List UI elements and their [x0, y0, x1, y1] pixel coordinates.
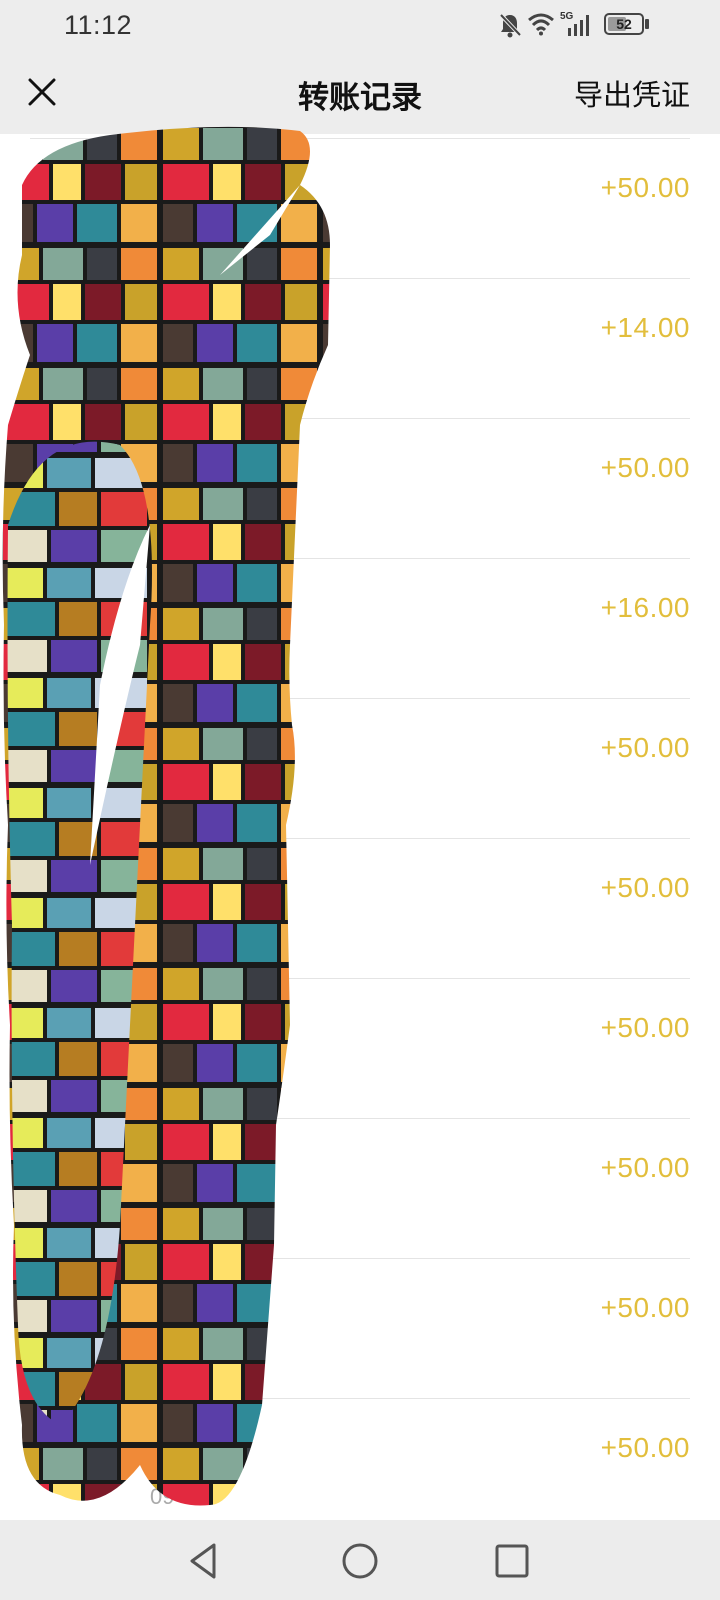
- screen: 11:12 5G 52 转账记录 导出凭证 转 +50.00 转 +14.00 …: [0, 0, 720, 1600]
- status-time: 11:12: [64, 10, 133, 40]
- record-amount: +50.00: [600, 172, 690, 203]
- row-divider: [30, 418, 690, 419]
- recents-square-icon: [495, 1544, 529, 1578]
- record-row[interactable]: +50.00: [0, 978, 720, 1118]
- row-divider: [30, 1258, 690, 1259]
- export-voucher-button[interactable]: 导出凭证: [574, 72, 690, 114]
- record-amount: +50.00: [600, 1152, 690, 1183]
- record-amount: +50.00: [600, 1432, 690, 1463]
- row-divider: [30, 138, 690, 139]
- record-title: 转: [30, 181, 59, 212]
- record-row[interactable]: +50.00: [0, 698, 720, 838]
- row-divider: [30, 978, 690, 979]
- status-bar: 11:12 5G 52: [0, 0, 720, 50]
- record-date: 09: [150, 1484, 175, 1509]
- transfer-record-list: 转 +50.00 转 +14.00 +50.00 +16.00 +50.00 +…: [0, 134, 720, 1520]
- back-triangle-icon: [190, 1543, 216, 1579]
- row-divider: [30, 1398, 690, 1399]
- record-row[interactable]: 09 +50.00: [0, 1398, 720, 1520]
- nav-back-button[interactable]: [182, 1539, 226, 1583]
- record-title: 转: [30, 321, 59, 352]
- row-divider: [30, 698, 690, 699]
- home-circle-icon: [342, 1543, 378, 1579]
- battery-level: 52: [616, 16, 632, 32]
- record-row[interactable]: +16.00: [0, 558, 720, 698]
- bell-muted-icon: [499, 13, 522, 38]
- record-row[interactable]: +50.00: [0, 838, 720, 978]
- record-amount: +16.00: [600, 592, 690, 623]
- title-bar: 转账记录 导出凭证: [0, 50, 720, 134]
- record-amount: +14.00: [600, 312, 690, 343]
- battery-icon: 52: [604, 13, 644, 35]
- nav-recents-button[interactable]: [490, 1539, 534, 1583]
- record-row[interactable]: 转 +50.00: [0, 138, 720, 278]
- system-navigation-bar: [0, 1520, 720, 1600]
- row-divider: [30, 838, 690, 839]
- record-row[interactable]: +50.00: [0, 1118, 720, 1258]
- record-row[interactable]: +50.00: [0, 1258, 720, 1398]
- record-amount: +50.00: [600, 1292, 690, 1323]
- record-row[interactable]: 转 +14.00: [0, 278, 720, 418]
- record-amount: +50.00: [600, 452, 690, 483]
- record-amount: +50.00: [600, 1012, 690, 1043]
- row-divider: [30, 558, 690, 559]
- row-divider: [30, 1118, 690, 1119]
- row-divider: [30, 278, 690, 279]
- signal-icon: [568, 15, 589, 36]
- nav-home-button[interactable]: [338, 1539, 382, 1583]
- wifi-icon: [528, 13, 554, 36]
- record-amount: +50.00: [600, 732, 690, 763]
- battery-tip: [645, 19, 649, 29]
- record-row[interactable]: +50.00: [0, 418, 720, 558]
- record-amount: +50.00: [600, 872, 690, 903]
